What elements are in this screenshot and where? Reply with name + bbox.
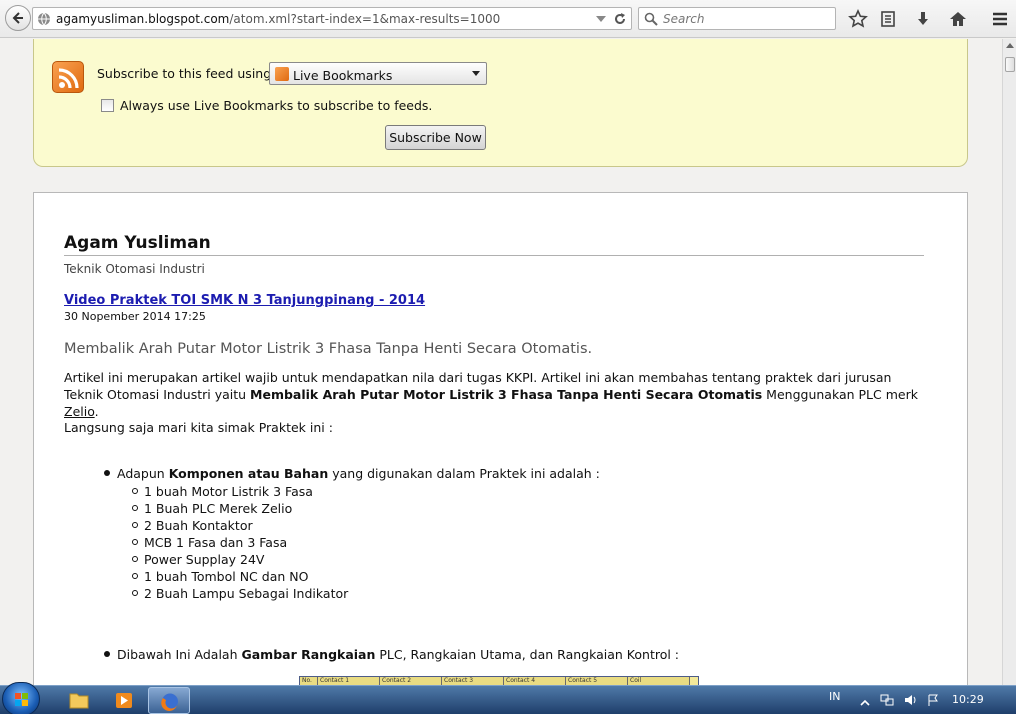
bullet-bold: Gambar Rangkaian — [241, 647, 376, 662]
firefox-icon — [161, 693, 178, 711]
list-item: 2 Buah Kontaktor — [132, 517, 348, 534]
hamburger-menu-icon[interactable] — [990, 9, 1010, 29]
network-icon[interactable] — [880, 693, 894, 707]
bullet-dot — [104, 470, 110, 476]
title-divider — [64, 255, 924, 256]
search-icon — [644, 12, 658, 26]
image-header-cell: Contact 3 — [442, 677, 504, 685]
dropdown-triangle-icon[interactable] — [596, 14, 606, 24]
image-header-cell: Contact 2 — [380, 677, 442, 685]
bullet-text: Adapun — [117, 466, 169, 481]
para-text: Menggunakan PLC merk — [762, 387, 918, 402]
post-paragraph-lead: Langsung saja mari kita simak Praktek in… — [64, 420, 333, 435]
bookmark-star-icon[interactable] — [848, 9, 868, 29]
url-path: /atom.xml?start-index=1&max-results=1000 — [229, 12, 501, 26]
folder-icon — [69, 693, 89, 709]
image-header-cell: Coil — [628, 677, 690, 685]
page-scrollbar[interactable] — [1002, 39, 1016, 685]
bullet-ring — [132, 590, 138, 596]
bullet-dot — [104, 651, 110, 657]
bullet-ring — [132, 505, 138, 511]
clock-time[interactable]: 10:29 — [952, 693, 984, 706]
list-item: 1 buah Tombol NC dan NO — [132, 568, 348, 585]
always-use-label: Always use Live Bookmarks to subscribe t… — [120, 98, 433, 113]
subscribe-now-button[interactable]: Subscribe Now — [385, 125, 486, 150]
globe-icon — [38, 12, 50, 26]
scroll-thumb[interactable] — [1005, 57, 1015, 72]
circuit-bullet: Dibawah Ini Adalah Gambar Rangkaian PLC,… — [104, 647, 679, 662]
action-center-flag-icon[interactable] — [926, 693, 940, 707]
bullet-ring — [132, 556, 138, 562]
para-text: . — [94, 404, 99, 419]
bullet-ring — [132, 522, 138, 528]
url-text[interactable]: agamyusliman.blogspot.com/atom.xml?start… — [56, 12, 500, 26]
search-placeholder: Search — [663, 12, 705, 26]
image-header-cell: Contact 1 — [318, 677, 380, 685]
taskbar-firefox-button[interactable] — [148, 687, 190, 714]
windows-taskbar: IN 10:29 — [0, 682, 1016, 714]
always-use-checkbox[interactable] — [101, 99, 114, 112]
post-heading: Membalik Arah Putar Motor Listrik 3 Fhas… — [64, 341, 593, 357]
back-button[interactable] — [5, 5, 31, 31]
feed-subscribe-panel: Subscribe to this feed using Live Bookma… — [33, 39, 968, 167]
component-text: MCB 1 Fasa dan 3 Fasa — [144, 535, 288, 550]
download-icon[interactable] — [913, 9, 933, 29]
components-bullet: Adapun Komponen atau Bahan yang digunaka… — [104, 466, 600, 481]
language-indicator[interactable]: IN — [829, 690, 840, 703]
bookmarks-menu-icon[interactable] — [878, 9, 898, 29]
feed-reader-value: Live Bookmarks — [293, 68, 393, 83]
component-text: 2 Buah Lampu Sebagai Indikator — [144, 586, 349, 601]
rss-feed-icon — [52, 61, 84, 93]
media-player-icon — [116, 693, 132, 708]
component-text: Power Supplay 24V — [144, 552, 265, 567]
bullet-text: Dibawah Ini Adalah — [117, 647, 242, 662]
bullet-text: PLC, Rangkaian Utama, dan Rangkaian Kont… — [375, 647, 680, 662]
search-bar[interactable]: Search — [638, 7, 836, 30]
browser-toolbar: agamyusliman.blogspot.com/atom.xml?start… — [0, 0, 1016, 38]
bullet-bold: Komponen atau Bahan — [168, 466, 329, 481]
component-text: 1 buah Tombol NC dan NO — [144, 569, 309, 584]
component-text: 1 Buah PLC Merek Zelio — [144, 501, 293, 516]
url-host: agamyusliman.blogspot.com — [56, 12, 230, 26]
list-item: MCB 1 Fasa dan 3 Fasa — [132, 534, 348, 551]
bullet-ring — [132, 488, 138, 494]
windows-logo-icon — [15, 693, 28, 706]
post-paragraph-intro: Artikel ini merupakan artikel wajib untu… — [64, 369, 934, 420]
post-date: 30 Nopember 2014 17:25 — [64, 310, 206, 323]
image-header-cell: No. — [300, 677, 318, 685]
subscribe-label: Subscribe to this feed using — [97, 66, 272, 81]
component-text: 1 buah Motor Listrik 3 Fasa — [144, 484, 313, 499]
blog-subtitle: Teknik Otomasi Industri — [64, 262, 205, 276]
list-item: 2 Buah Lampu Sebagai Indikator — [132, 585, 348, 602]
tray-expand-icon[interactable] — [858, 696, 872, 710]
components-list: 1 buah Motor Listrik 3 Fasa 1 Buah PLC M… — [132, 483, 348, 602]
bullet-text: yang digunakan dalam Praktek ini adalah … — [328, 466, 600, 481]
component-text: 2 Buah Kontaktor — [144, 518, 253, 533]
url-bar[interactable]: agamyusliman.blogspot.com/atom.xml?start… — [32, 7, 632, 30]
feed-content: Agam Yusliman Teknik Otomasi Industri Vi… — [33, 192, 968, 693]
blog-title: Agam Yusliman — [64, 233, 211, 253]
scroll-up-arrow-icon[interactable] — [1006, 43, 1014, 48]
list-item: 1 buah Motor Listrik 3 Fasa — [132, 483, 348, 500]
home-icon[interactable] — [948, 9, 968, 29]
taskbar-media-player-button[interactable] — [103, 687, 145, 714]
para-bold: Membalik Arah Putar Motor Listrik 3 Fhas… — [250, 387, 763, 402]
feed-reader-select[interactable]: Live Bookmarks — [269, 62, 487, 85]
reload-icon[interactable] — [613, 12, 627, 26]
taskbar-explorer-button[interactable] — [58, 687, 100, 714]
list-item: 1 Buah PLC Merek Zelio — [132, 500, 348, 517]
bullet-ring — [132, 539, 138, 545]
post-title-link[interactable]: Video Praktek TOI SMK N 3 Tanjungpinang … — [64, 293, 425, 308]
rss-small-icon — [275, 67, 289, 81]
bullet-ring — [132, 573, 138, 579]
image-header-cell: Contact 5 — [566, 677, 628, 685]
chevron-down-icon — [472, 71, 480, 76]
list-item: Power Supplay 24V — [132, 551, 348, 568]
volume-icon[interactable] — [904, 693, 918, 707]
image-header-cell: Contact 4 — [504, 677, 566, 685]
back-arrow-icon — [12, 12, 23, 24]
zelio-link[interactable]: Zelio — [64, 404, 95, 419]
start-button[interactable] — [2, 682, 40, 714]
